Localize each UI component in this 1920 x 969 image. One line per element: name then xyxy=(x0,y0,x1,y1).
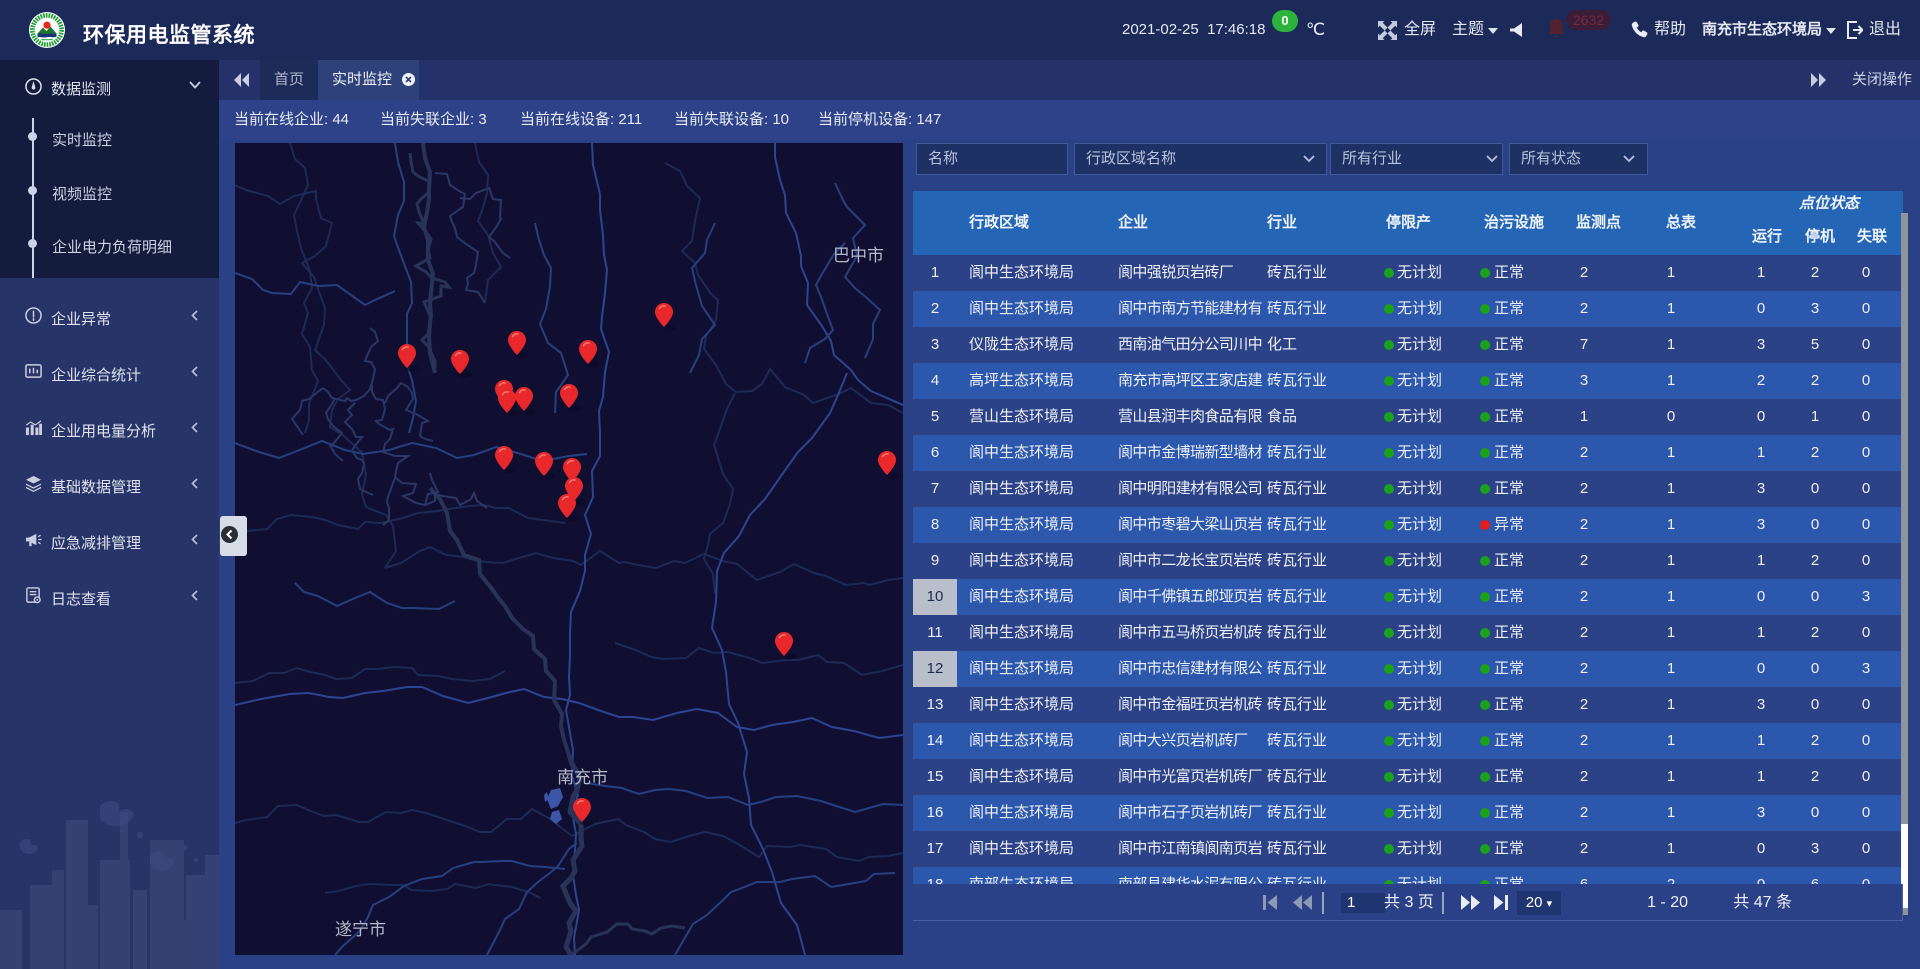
svg-text:南充市: 南充市 xyxy=(557,768,608,787)
svg-text:遂宁市: 遂宁市 xyxy=(335,920,386,939)
svg-text:巴中市: 巴中市 xyxy=(833,246,884,265)
